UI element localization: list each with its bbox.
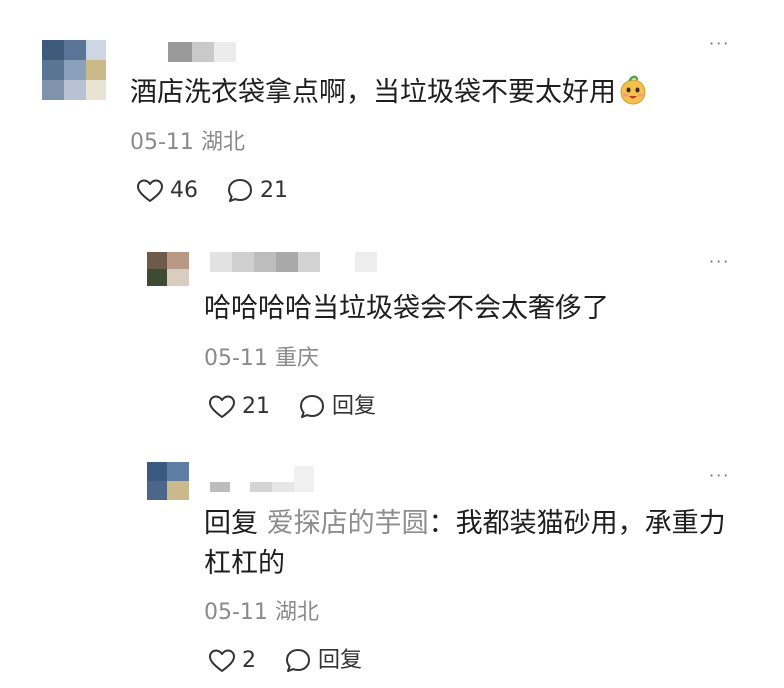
- username[interactable]: [168, 42, 238, 62]
- comment-location: 湖北: [274, 600, 319, 625]
- more-options-icon[interactable]: ···: [709, 254, 730, 270]
- heart-icon: [209, 395, 235, 418]
- username[interactable]: [210, 466, 320, 492]
- comment-meta: 05-11 湖北: [204, 598, 319, 628]
- like-button[interactable]: 46: [136, 176, 198, 206]
- comment-bubble-icon: [286, 649, 310, 672]
- username[interactable]: [210, 252, 380, 272]
- more-options-icon[interactable]: ···: [709, 36, 730, 52]
- comment-meta: 05-11 湖北: [130, 128, 245, 158]
- heart-icon: [137, 179, 163, 202]
- comment-bubble-icon: [300, 395, 324, 418]
- more-options-icon[interactable]: ···: [709, 468, 730, 484]
- like-button[interactable]: 21: [208, 392, 270, 422]
- reply-count: 21: [260, 178, 288, 203]
- comment-location: 湖北: [200, 130, 245, 155]
- reply-button[interactable]: 回复: [298, 392, 376, 422]
- comment-bubble-icon: [228, 179, 252, 202]
- heart-icon: [209, 649, 235, 672]
- comment-date: 05-11: [204, 600, 268, 625]
- comment-text: 哈哈哈哈当垃圾袋会不会太奢侈了: [204, 293, 609, 324]
- avatar[interactable]: [147, 462, 189, 500]
- smiling-face-emoji-icon: [618, 74, 648, 120]
- reply-count-button[interactable]: 21: [226, 176, 288, 206]
- comment-location: 重庆: [274, 346, 319, 371]
- reply-prefix: 回复: [204, 508, 258, 539]
- reply-label: 回复: [318, 648, 363, 673]
- reply-label: 回复: [332, 394, 377, 419]
- comment-text-continued: 杠杠的: [204, 548, 285, 579]
- avatar[interactable]: [42, 40, 106, 100]
- reply-button[interactable]: 回复: [284, 646, 362, 676]
- mention-link[interactable]: 爱探店的芋圆: [267, 508, 429, 539]
- like-count: 2: [242, 648, 256, 673]
- like-count: 21: [242, 394, 270, 419]
- like-count: 46: [170, 178, 198, 203]
- comment-date: 05-11: [204, 346, 268, 371]
- avatar[interactable]: [147, 252, 189, 286]
- comment-date: 05-11: [130, 130, 194, 155]
- like-button[interactable]: 2: [208, 646, 256, 676]
- comment-text: 酒店洗衣袋拿点啊，当垃圾袋不要太好用: [130, 70, 648, 120]
- comment-meta: 05-11 重庆: [204, 344, 319, 374]
